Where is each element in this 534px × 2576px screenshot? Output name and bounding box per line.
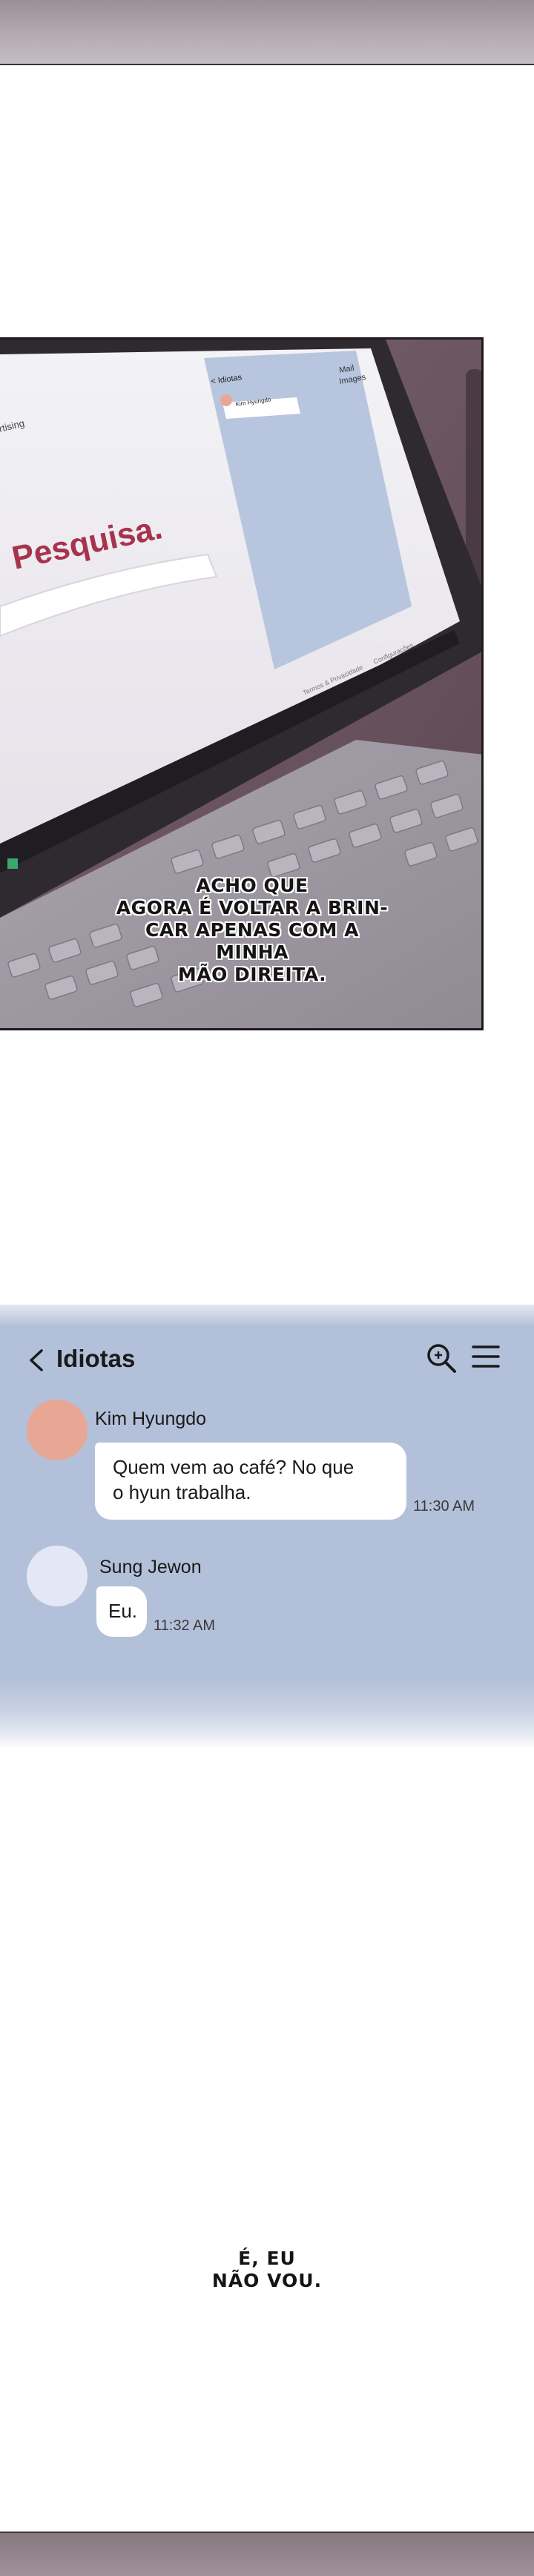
message-bubble[interactable]: Quem vem ao café? No que o hyun trabalha…: [95, 1443, 406, 1520]
sender-name: Sung Jewon: [99, 1557, 202, 1577]
avatar[interactable]: [27, 1400, 88, 1460]
avatar[interactable]: [27, 1546, 88, 1606]
message-text: Eu.: [108, 1600, 138, 1622]
top-panel-strip: [0, 0, 534, 65]
sender-name: Kim Hyungdo: [95, 1408, 207, 1429]
message-time: 11:30 AM: [413, 1498, 475, 1514]
search-icon[interactable]: [425, 1342, 458, 1374]
caption-line: NÃO VOU.: [211, 2270, 323, 2291]
back-arrow-icon[interactable]: [27, 1348, 46, 1373]
message-time: 11:32 AM: [154, 1618, 216, 1634]
chat-screen: Idiotas Kim Hyungdo Quem vem ao café? No…: [0, 1305, 534, 1749]
caption-line: ACHO QUE: [196, 875, 309, 896]
caption-line: MÃO DIREITA.: [177, 964, 327, 985]
caption-line: CAR APENAS COM A MINHA: [145, 919, 359, 963]
message-text: o hyun trabalha.: [113, 1481, 251, 1503]
chat-title: Idiotas: [56, 1345, 136, 1372]
menu-icon[interactable]: [470, 1343, 501, 1370]
message-bubble[interactable]: Eu.: [96, 1586, 147, 1637]
narration-caption-bottom: É, EU NÃO VOU.: [193, 2248, 341, 2292]
narration-caption-top: ACHO QUE AGORA É VOLTAR A BRIN- CAR APEN…: [111, 875, 393, 986]
taskbar-app-icon: [7, 858, 18, 869]
caption-line: AGORA É VOLTAR A BRIN-: [116, 897, 389, 918]
message-text: Quem vem ao café? No que: [113, 1456, 355, 1478]
caption-line: É, EU: [238, 2248, 296, 2269]
bottom-panel-strip: [0, 2532, 534, 2576]
